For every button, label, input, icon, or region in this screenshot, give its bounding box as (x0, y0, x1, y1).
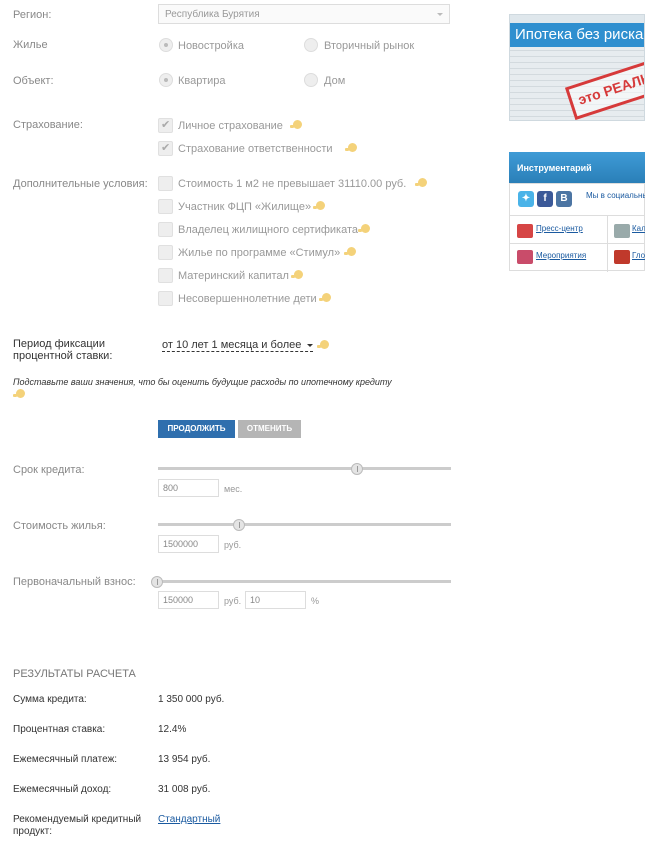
info-hint-icon[interactable] (313, 201, 325, 210)
price-label: Стоимость жилья: (13, 520, 106, 532)
info-hint-icon[interactable] (415, 178, 427, 187)
checkbox-maternity-capital-label: Материнский капитал (178, 270, 289, 282)
down-payment-label: Первоначальный взнос: (13, 576, 136, 588)
term-slider-track[interactable] (158, 467, 451, 470)
chevron-down-icon (437, 13, 443, 16)
tools-header: Инструментарий (509, 152, 645, 183)
checkbox-price-limit[interactable] (158, 176, 173, 191)
insurance-label: Страхование: (13, 119, 83, 131)
down-payment-slider-track[interactable] (158, 580, 451, 583)
info-hint-icon[interactable] (358, 224, 370, 233)
calculator-link[interactable]: Кал (632, 224, 645, 233)
radio-new-building-label: Новостройка (178, 40, 244, 52)
info-hint-icon[interactable] (317, 340, 329, 349)
checkbox-maternity-capital[interactable] (158, 268, 173, 283)
info-hint-icon[interactable] (291, 270, 303, 279)
checkbox-stimul-program-label: Жилье по программе «Стимул» (178, 247, 341, 259)
down-payment-unit: руб. (224, 596, 242, 606)
down-payment-percent-input[interactable] (245, 591, 306, 609)
monthly-income-value: 31 008 руб. (158, 784, 211, 795)
term-slider-handle[interactable] (351, 463, 363, 475)
down-payment-percent-unit: % (311, 596, 320, 606)
checkbox-housing-certificate-label: Владелец жилищного сертификата (178, 224, 359, 236)
interest-rate-value: 12.4% (158, 724, 187, 735)
recommended-product-label-line2: продукт: (13, 826, 52, 837)
results-heading: РЕЗУЛЬТАТЫ РАСЧЕТА (13, 668, 136, 680)
checkbox-fcp-participant-label: Участник ФЦП «Жилище» (178, 201, 312, 213)
checkbox-price-limit-label: Стоимость 1 м2 не превышает 31110.00 руб… (178, 178, 407, 190)
info-hint-icon[interactable] (13, 389, 25, 398)
divider (510, 215, 645, 216)
twitter-icon[interactable]: ✦ (518, 191, 534, 207)
recommended-product-link[interactable]: Стандартный (158, 814, 220, 825)
info-hint-icon[interactable] (319, 293, 331, 302)
region-select[interactable]: Республика Бурятия (158, 4, 450, 24)
housing-label: Жилье (13, 39, 48, 51)
radio-secondary-market[interactable] (304, 38, 318, 52)
period-dropdown[interactable]: от 10 лет 1 месяца и более (162, 339, 314, 352)
vk-icon[interactable]: В (556, 191, 572, 207)
facebook-icon[interactable]: f (537, 191, 553, 207)
period-label-line1: Период фиксации (13, 338, 105, 350)
mortgage-banner[interactable]: Ипотека без риска это РЕАЛЬНО (509, 14, 645, 121)
info-hint-icon[interactable] (344, 247, 356, 256)
checkbox-stimul-program[interactable] (158, 245, 173, 260)
object-label: Объект: (13, 75, 54, 87)
period-label-line2: процентной ставки: (13, 350, 113, 362)
term-unit: мес. (224, 484, 243, 494)
radio-apartment-label: Квартира (178, 75, 226, 87)
price-unit: руб. (224, 540, 242, 550)
period-dropdown-value: от 10 лет 1 месяца и более (162, 339, 302, 351)
divider (510, 243, 645, 244)
monthly-payment-label: Ежемесячный платеж: (13, 754, 118, 765)
loan-amount-label: Сумма кредита: (13, 694, 87, 705)
radio-secondary-market-label: Вторичный рынок (324, 40, 415, 52)
radio-house[interactable] (304, 73, 318, 87)
tools-panel: ✦ f В Мы в социальны Пресс-центр Кал Мер… (509, 183, 645, 272)
calculator-note: Подставьте ваши значения, что бы оценить… (13, 377, 392, 387)
radio-house-label: Дом (324, 75, 346, 87)
loan-amount-value: 1 350 000 руб. (158, 694, 225, 705)
checkbox-personal-insurance-label: Личное страхование (178, 120, 283, 132)
monthly-payment-value: 13 954 руб. (158, 754, 211, 765)
price-input[interactable] (158, 535, 219, 553)
checkbox-liability-insurance[interactable] (158, 141, 173, 156)
continue-button[interactable]: ПРОДОЛЖИТЬ (158, 420, 235, 438)
chevron-down-icon (307, 343, 314, 347)
price-slider-handle[interactable] (233, 519, 245, 531)
info-hint-icon[interactable] (290, 120, 302, 129)
term-label: Срок кредита: (13, 464, 85, 476)
glossary-link[interactable]: Гло (632, 251, 645, 260)
press-center-link[interactable]: Пресс-центр (536, 224, 583, 233)
region-label: Регион: (13, 9, 52, 21)
radio-apartment[interactable] (159, 73, 173, 87)
extra-conditions-label: Дополнительные условия: (13, 178, 148, 190)
checkbox-minor-children[interactable] (158, 291, 173, 306)
down-payment-input[interactable] (158, 591, 219, 609)
radio-new-building[interactable] (159, 38, 173, 52)
down-payment-slider-handle[interactable] (151, 576, 163, 588)
checkbox-fcp-participant[interactable] (158, 199, 173, 214)
price-slider-track[interactable] (158, 523, 451, 526)
glossary-icon (614, 250, 630, 264)
checkbox-minor-children-label: Несовершеннолетние дети (178, 293, 317, 305)
checkbox-personal-insurance[interactable] (158, 118, 173, 133)
region-select-value: Республика Бурятия (165, 9, 260, 20)
interest-rate-label: Процентная ставка: (13, 724, 106, 735)
cancel-button[interactable]: ОТМЕНИТЬ (238, 420, 301, 438)
recommended-product-label-line1: Рекомендуемый кредитный (13, 814, 142, 825)
banner-title: Ипотека без риска (510, 23, 644, 47)
monthly-income-label: Ежемесячный доход: (13, 784, 112, 795)
social-text: Мы в социальны (586, 191, 645, 200)
events-icon (517, 250, 533, 264)
calculator-icon (614, 224, 630, 238)
checkbox-housing-certificate[interactable] (158, 222, 173, 237)
press-center-icon (517, 224, 533, 238)
term-input[interactable] (158, 479, 219, 497)
info-hint-icon[interactable] (345, 143, 357, 152)
events-link[interactable]: Мероприятия (536, 251, 586, 260)
checkbox-liability-insurance-label: Страхование ответственности (178, 143, 333, 155)
